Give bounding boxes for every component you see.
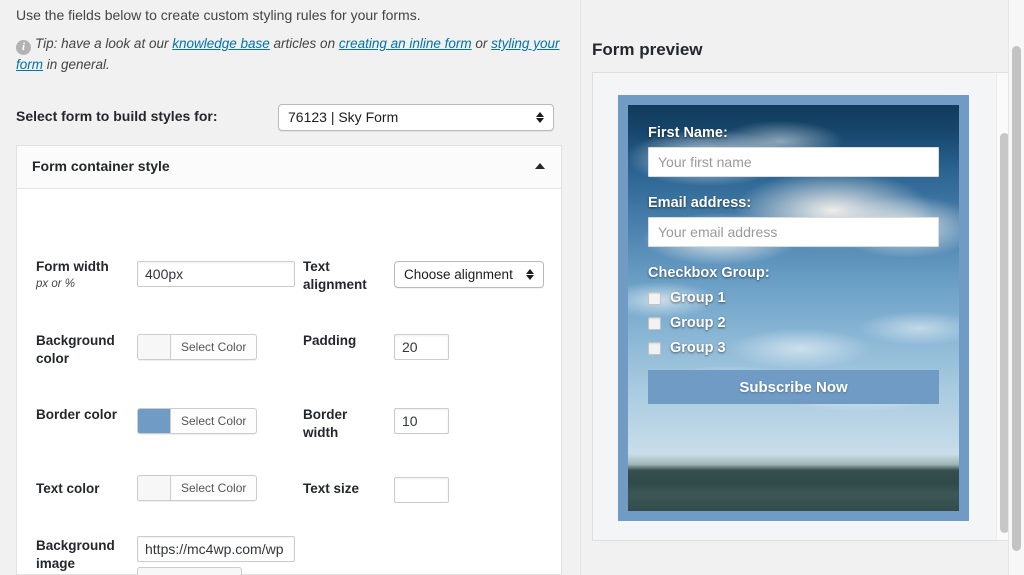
tip-prefix: Tip: have a look at our (35, 36, 172, 51)
page-scrollbar[interactable] (1008, 0, 1024, 575)
text-size-label: Text size (303, 480, 378, 498)
info-icon: i (16, 40, 31, 55)
tip-notice: iTip: have a look at our knowledge base … (16, 34, 561, 76)
background-color-swatch (138, 335, 171, 359)
preview-column: Form preview First Name: Email address: … (580, 0, 1024, 575)
checkbox-row[interactable]: Group 2 (648, 315, 939, 331)
preview-frame: First Name: Email address: Checkbox Grou… (592, 72, 1013, 541)
form-selector-value: 76123 | Sky Form (288, 109, 398, 125)
text-color-picker[interactable]: Select Color (137, 475, 257, 501)
text-alignment-label: Text alignment (303, 258, 375, 294)
panel-title: Form container style (32, 158, 170, 174)
form-width-label: Form width px or % (36, 258, 131, 293)
text-alignment-value: Choose alignment (404, 267, 513, 282)
first-name-input[interactable] (648, 147, 939, 177)
styles-builder-page: Use the fields below to create custom st… (0, 0, 1024, 575)
tip-suffix: in general. (43, 57, 110, 72)
checkbox-icon[interactable] (648, 292, 661, 305)
padding-input[interactable]: 20 (394, 334, 449, 360)
padding-label: Padding (303, 332, 383, 350)
inline-form-link[interactable]: creating an inline form (339, 36, 472, 51)
checkbox-row[interactable]: Group 1 (648, 290, 939, 306)
background-image-input[interactable] (137, 536, 295, 562)
intro-text: Use the fields below to create custom st… (16, 5, 421, 26)
form-width-sublabel: px or % (36, 277, 131, 293)
text-color-button-label: Select Color (171, 476, 256, 500)
page-scrollbar-thumb[interactable] (1012, 46, 1021, 551)
updown-chevron-icon (535, 105, 545, 130)
form-container-style-panel: Form container style Form width px or % … (16, 145, 562, 575)
email-label: Email address: (648, 195, 939, 211)
text-color-label: Text color (36, 480, 131, 498)
checkbox-label: Group 1 (670, 290, 726, 306)
form-selector-row: Select form to build styles for: 76123 |… (16, 104, 561, 132)
border-width-label: Border width (303, 406, 378, 442)
border-color-picker[interactable]: Select Color (137, 408, 257, 434)
email-input[interactable] (648, 217, 939, 247)
chevron-up-icon[interactable] (535, 163, 545, 169)
knowledge-base-link[interactable]: knowledge base (172, 36, 270, 51)
form-selector-dropdown[interactable]: 76123 | Sky Form (278, 104, 554, 131)
settings-column: Use the fields below to create custom st… (0, 0, 580, 575)
preview-title: Form preview (592, 40, 703, 60)
panel-body: Form width px or % Text alignment Choose… (17, 189, 561, 575)
panel-header[interactable]: Form container style (17, 146, 561, 189)
text-size-input[interactable] (394, 477, 449, 503)
checkbox-label: Group 2 (670, 315, 726, 331)
first-name-label: First Name: (648, 125, 939, 141)
tip-mid-2: or (472, 36, 492, 51)
checkbox-label: Group 3 (670, 340, 726, 356)
background-color-picker[interactable]: Select Color (137, 334, 257, 360)
background-image-label: Background image (36, 537, 131, 573)
border-color-label: Border color (36, 406, 131, 424)
checkbox-group-label: Checkbox Group: (648, 265, 939, 281)
background-color-button-label: Select Color (171, 335, 256, 359)
form-selector-label: Select form to build styles for: (16, 108, 217, 124)
border-color-button-label: Select Color (171, 409, 256, 433)
text-color-swatch (138, 476, 171, 500)
tip-mid-1: articles on (270, 36, 339, 51)
form-width-input[interactable] (137, 261, 295, 287)
text-alignment-dropdown[interactable]: Choose alignment (394, 261, 544, 288)
checkbox-row[interactable]: Group 3 (648, 340, 939, 356)
updown-chevron-icon (525, 262, 535, 287)
background-color-label: Background color (36, 332, 131, 368)
preview-subscribe-form: First Name: Email address: Checkbox Grou… (618, 95, 969, 521)
preview-form-content: First Name: Email address: Checkbox Grou… (628, 105, 959, 511)
checkbox-icon[interactable] (648, 317, 661, 330)
checkbox-icon[interactable] (648, 342, 661, 355)
border-width-input[interactable]: 10 (394, 408, 449, 434)
subscribe-button[interactable]: Subscribe Now (648, 370, 939, 404)
border-color-swatch (138, 409, 171, 433)
upload-image-button[interactable]: Upload Image (137, 567, 242, 575)
